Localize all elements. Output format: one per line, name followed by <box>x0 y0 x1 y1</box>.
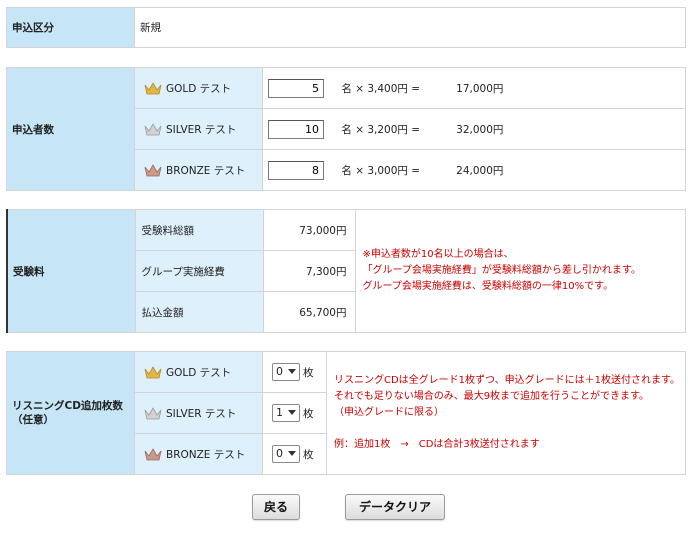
listening-cd-label-line1: リスニングCD追加枚数 <box>12 400 123 412</box>
silver-quantity-input[interactable] <box>268 119 324 139</box>
bronze-cd-select[interactable]: 0 <box>272 445 300 463</box>
bronze-crown-icon <box>144 163 162 177</box>
group-fee-value: 7,300円 <box>262 250 356 292</box>
chevron-down-icon <box>288 369 296 374</box>
gold-cd-select[interactable]: 0 <box>272 363 300 381</box>
fees-note-line: ※申込者数が10名以上の場合は、 <box>362 249 514 260</box>
grade-label: SILVER テスト <box>166 407 237 420</box>
silver-crown-icon <box>144 122 162 136</box>
select-value: 0 <box>276 365 283 378</box>
cd-example-line: 例：追加1枚 → CDは合計3枚送付されます <box>334 439 540 450</box>
cd-note-line: リスニングCDは全グレード1枚ずつ、申込グレードには＋1枚送付されます。 <box>334 375 681 386</box>
unit-label: 枚 <box>303 366 314 379</box>
applicants-table: 申込者数 GOLD テスト 名 × 3,400円 = 17,000円 SILVE… <box>6 67 686 191</box>
grade-label: GOLD テスト <box>166 366 232 379</box>
listening-cd-table: リスニングCD追加枚数 （任意） GOLD テスト 0 枚 リスニングCDは全グレ… <box>6 351 686 475</box>
unit-label: 名 <box>341 164 352 177</box>
applicant-grade-silver: SILVER テスト <box>134 108 263 150</box>
silver-crown-icon <box>144 406 162 420</box>
unit-price: 3,000円 <box>367 164 408 177</box>
select-value: 0 <box>276 447 283 460</box>
application-type-label: 申込区分 <box>6 7 135 48</box>
subtotal: 17,000円 <box>456 82 504 95</box>
select-value: 1 <box>276 406 283 419</box>
gold-quantity-input[interactable] <box>268 78 324 98</box>
bronze-quantity-input[interactable] <box>268 160 324 180</box>
group-fee-label: グループ実施経費 <box>134 250 264 292</box>
equals-sign: = <box>411 123 421 136</box>
fees-note-line: 「グループ会場実施経費」が受験料総額から差し引かれます。 <box>362 265 641 276</box>
unit-price: 3,200円 <box>367 123 408 136</box>
fees-table: 受験料 受験料総額 73,000円 ※申込者数が10名以上の場合は、 「グループ… <box>6 209 686 333</box>
fees-note-line: グループ会場実施経費は、受験料総額の一律10%です。 <box>362 281 614 292</box>
cd-note-line: （申込グレードに限る） <box>334 407 444 418</box>
unit-label: 枚 <box>303 448 314 461</box>
equals-sign: = <box>411 164 421 177</box>
fees-notes: ※申込者数が10名以上の場合は、 「グループ会場実施経費」が受験料総額から差し引… <box>354 209 686 333</box>
back-button[interactable]: 戻る <box>252 494 300 520</box>
bronze-price-calc: 名 × 3,000円 = 24,000円 <box>341 163 503 178</box>
grade-label: BRONZE テスト <box>166 164 246 177</box>
grade-label: SILVER テスト <box>166 123 237 136</box>
data-clear-button[interactable]: データクリア <box>345 494 445 520</box>
times-sign: × <box>355 123 364 136</box>
silver-cd-select[interactable]: 1 <box>272 404 300 422</box>
times-sign: × <box>355 82 364 95</box>
listening-cd-notes: リスニングCDは全グレード1枚ずつ、申込グレードには＋1枚送付されます。 それで… <box>326 351 686 475</box>
applicant-grade-gold: GOLD テスト <box>134 67 263 109</box>
cd-grade-gold: GOLD テスト <box>134 351 263 393</box>
chevron-down-icon <box>288 451 296 456</box>
gold-crown-icon <box>144 365 162 379</box>
unit-label: 名 <box>341 123 352 136</box>
subtotal: 24,000円 <box>456 164 504 177</box>
application-type-table: 申込区分 新規 <box>6 7 686 48</box>
applicant-grade-bronze: BRONZE テスト <box>134 149 263 191</box>
fee-total-value: 73,000円 <box>262 209 356 251</box>
chevron-down-icon <box>288 410 296 415</box>
subtotal: 32,000円 <box>456 123 504 136</box>
gold-crown-icon <box>144 81 162 95</box>
fee-total-label: 受験料総額 <box>134 209 264 251</box>
grade-label: BRONZE テスト <box>166 448 246 461</box>
times-sign: × <box>355 164 364 177</box>
unit-label: 名 <box>341 82 352 95</box>
listening-cd-label: リスニングCD追加枚数 （任意） <box>6 351 135 475</box>
gold-price-calc: 名 × 3,400円 = 17,000円 <box>341 81 503 96</box>
grade-label: GOLD テスト <box>166 82 232 95</box>
bronze-crown-icon <box>144 447 162 461</box>
cd-grade-silver: SILVER テスト <box>134 392 263 434</box>
cd-note-line: それでも足りない場合のみ、最大9枚まで追加を行うことができます。 <box>334 391 650 402</box>
silver-price-calc: 名 × 3,200円 = 32,000円 <box>341 122 503 137</box>
payment-amount-label: 払込金額 <box>134 291 264 333</box>
applicants-label: 申込者数 <box>6 67 135 191</box>
fees-label: 受験料 <box>6 209 136 333</box>
payment-amount-value: 65,700円 <box>262 291 356 333</box>
cd-grade-bronze: BRONZE テスト <box>134 433 263 475</box>
unit-price: 3,400円 <box>367 82 408 95</box>
unit-label: 枚 <box>303 407 314 420</box>
equals-sign: = <box>411 82 421 95</box>
application-type-value: 新規 <box>134 7 686 48</box>
listening-cd-label-line2: （任意） <box>12 414 54 426</box>
